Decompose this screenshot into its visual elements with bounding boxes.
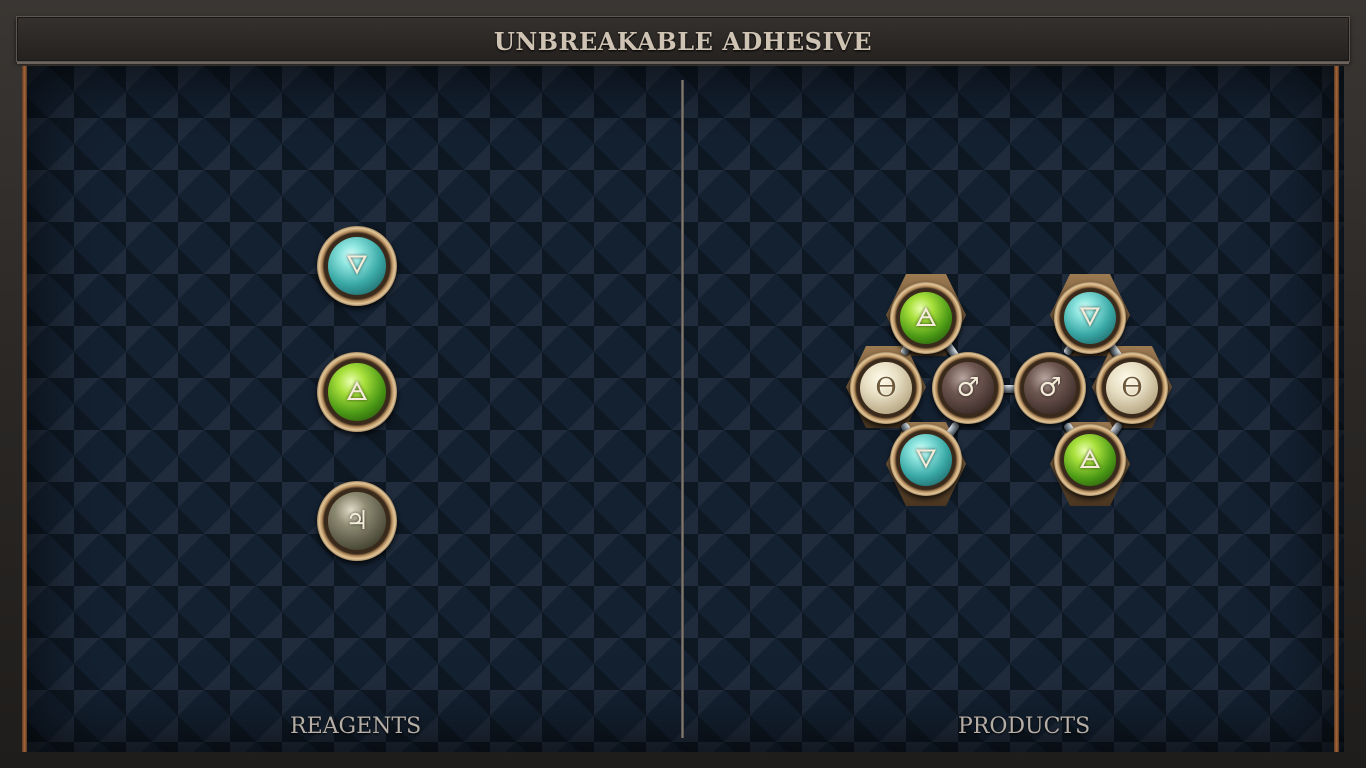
water-symbol-icon: 🜄 [1078,303,1102,333]
product-air-atom[interactable]: 🜁 [890,282,962,354]
salt-symbol-icon: ϴ [875,373,897,403]
air-symbol-icon: 🜁 [345,377,369,407]
product-salt-atom[interactable]: ϴ [1096,352,1168,424]
water-symbol-icon: 🜄 [914,445,938,475]
products-label: PRODUCTS [958,714,1091,739]
reagents-label: REAGENTS [290,714,422,739]
title-bar: UNBREAKABLE ADHESIVE [16,16,1350,64]
puzzle-title: UNBREAKABLE ADHESIVE [493,27,873,56]
reagent-stone-atom[interactable]: ♃ [317,481,397,561]
water-symbol-icon: 🜄 [345,251,369,281]
iron-symbol-icon: ♂ [956,373,980,403]
board-edge-right [1334,66,1339,752]
section-divider [681,80,684,738]
reagent-water-atom[interactable]: 🜄 [317,226,397,306]
reagent-air-atom[interactable]: 🜁 [317,352,397,432]
product-water-atom[interactable]: 🜄 [1054,282,1126,354]
product-salt-atom[interactable]: ϴ [850,352,922,424]
product-iron-atom[interactable]: ♂ [1014,352,1086,424]
board-edge-left [22,66,27,752]
product-air-atom[interactable]: 🜁 [1054,424,1126,496]
air-symbol-icon: 🜁 [1078,445,1102,475]
iron-symbol-icon: ♂ [1038,373,1062,403]
product-water-atom[interactable]: 🜄 [890,424,962,496]
air-symbol-icon: 🜁 [914,303,938,333]
salt-symbol-icon: ϴ [1121,373,1143,403]
stone-symbol-icon: ♃ [345,506,369,536]
product-iron-atom[interactable]: ♂ [932,352,1004,424]
